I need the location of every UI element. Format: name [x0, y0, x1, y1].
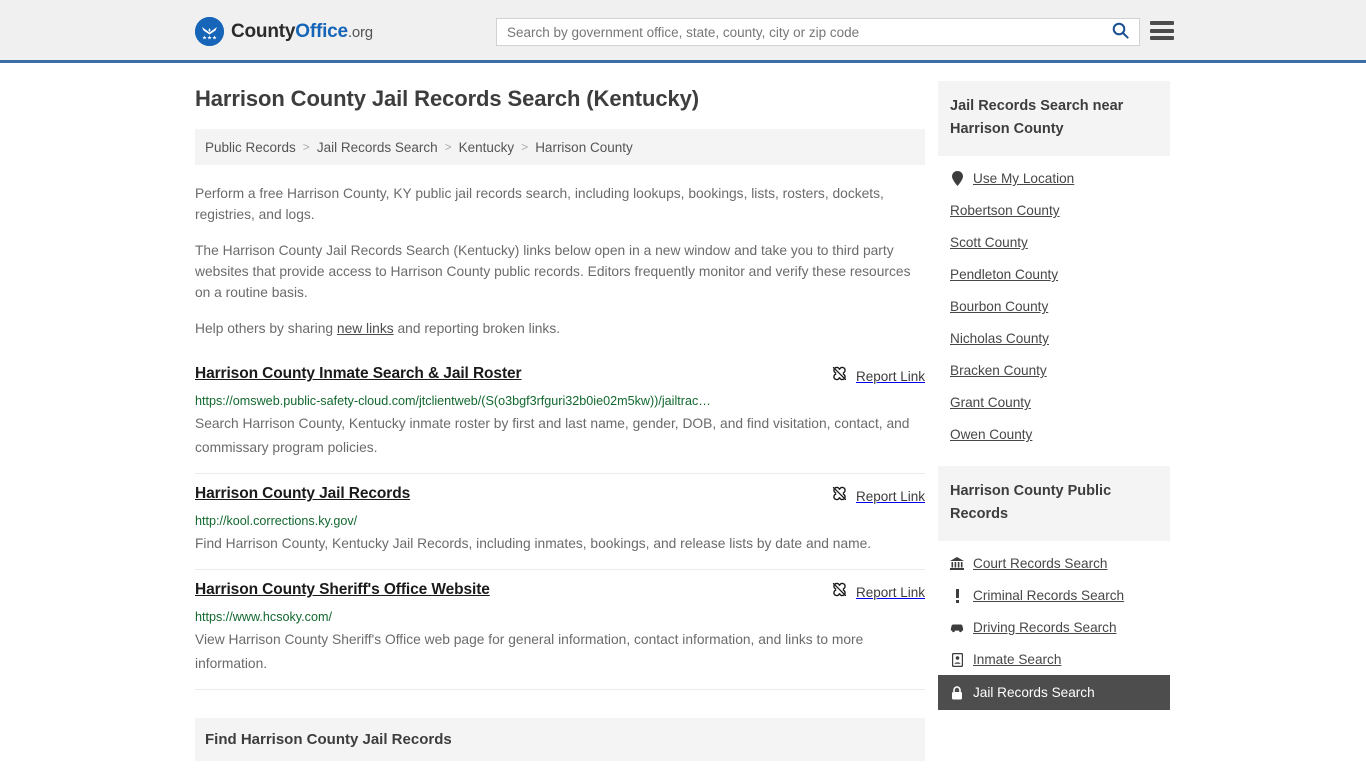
sidebar-link[interactable]: Jail Records Search	[973, 685, 1095, 700]
sidebar-item-driving-records-search[interactable]: Driving Records Search	[938, 611, 1170, 643]
intro-p3-before: Help others by sharing	[195, 321, 337, 336]
courthouse-icon	[950, 557, 964, 570]
result-url[interactable]: https://omsweb.public-safety-cloud.com/j…	[195, 393, 795, 409]
intro-paragraph-1: Perform a free Harrison County, KY publi…	[195, 186, 884, 222]
exclamation-icon	[950, 588, 964, 603]
sidebar-link[interactable]: Owen County	[950, 427, 1032, 442]
report-link-label: Report Link	[855, 368, 925, 384]
sidebar-item-robertson-county[interactable]: Robertson County	[938, 194, 1170, 226]
brand-tld: .org	[347, 23, 373, 41]
brand-part-2: Office	[295, 20, 348, 42]
intro-p3-after: and reporting broken links.	[393, 321, 561, 336]
find-records-section: Find Harrison County Jail Records Harris…	[195, 718, 925, 768]
search-bar[interactable]	[496, 18, 1140, 46]
broken-link-icon	[831, 365, 848, 387]
breadcrumb-separator-icon: >	[521, 140, 529, 154]
nearby-search-card: Jail Records Search near Harrison County…	[938, 81, 1170, 450]
sidebar-link[interactable]: Driving Records Search	[973, 620, 1117, 635]
public-records-list: Court Records Search Criminal Records Se…	[938, 541, 1170, 710]
result-description: Search Harrison County, Kentucky inmate …	[195, 416, 910, 455]
breadcrumb-item-jail-records-search[interactable]: Jail Records Search	[317, 140, 438, 155]
sidebar-item-inmate-search[interactable]: Inmate Search	[938, 643, 1170, 675]
page-title: Harrison County Jail Records Search (Ken…	[195, 86, 699, 111]
sidebar-item-scott-county[interactable]: Scott County	[938, 226, 1170, 258]
breadcrumb-item-public-records[interactable]: Public Records	[205, 140, 296, 155]
intro-paragraph-2: The Harrison County Jail Records Search …	[195, 243, 911, 300]
results-list: Harrison County Inmate Search & Jail Ros…	[195, 356, 925, 690]
sidebar-item-jail-records-search[interactable]: Jail Records Search	[938, 675, 1170, 710]
sidebar-item-criminal-records-search[interactable]: Criminal Records Search	[938, 579, 1170, 611]
sidebar-link[interactable]: Nicholas County	[950, 331, 1049, 346]
sidebar-item-court-records-search[interactable]: Court Records Search	[938, 547, 1170, 579]
result-title-link[interactable]: Harrison County Jail Records	[195, 484, 410, 504]
search-icon	[1112, 22, 1129, 42]
sidebar-link[interactable]: Grant County	[950, 395, 1031, 410]
intro-paragraph-3: Help others by sharing new links and rep…	[195, 318, 925, 339]
sidebar-item-nicholas-county[interactable]: Nicholas County	[938, 322, 1170, 354]
result-title-link[interactable]: Harrison County Sheriff's Office Website	[195, 580, 490, 600]
brand-part-1: County	[231, 20, 296, 42]
sidebar: Jail Records Search near Harrison County…	[938, 81, 1170, 726]
sidebar-link[interactable]: Inmate Search	[973, 652, 1061, 667]
sidebar-link[interactable]: Use My Location	[973, 171, 1074, 186]
nearby-search-heading: Jail Records Search near Harrison County	[938, 81, 1170, 156]
map-pin-icon	[950, 171, 964, 186]
report-link-button[interactable]: Report Link	[831, 365, 925, 387]
breadcrumb: Public Records > Jail Records Search > K…	[195, 129, 925, 165]
hamburger-bar	[1150, 28, 1174, 33]
sidebar-link[interactable]: Court Records Search	[973, 556, 1107, 571]
sidebar-link[interactable]: Criminal Records Search	[973, 588, 1124, 603]
result-item: Harrison County Jail Records Report Link…	[195, 474, 925, 570]
site-header: CountyOffice.org	[0, 0, 1366, 63]
site-logo-text: CountyOffice.org	[231, 21, 373, 43]
sidebar-item-owen-county[interactable]: Owen County	[938, 418, 1170, 450]
result-description: View Harrison County Sheriff's Office we…	[195, 632, 864, 671]
car-icon	[950, 622, 964, 633]
public-records-card: Harrison County Public Records Court Rec…	[938, 466, 1170, 710]
hamburger-bar	[1150, 36, 1174, 40]
new-links-link[interactable]: new links	[337, 321, 394, 336]
search-button[interactable]	[1101, 19, 1139, 45]
eagle-seal-icon	[195, 17, 224, 46]
broken-link-icon	[831, 581, 848, 603]
hamburger-bar	[1150, 21, 1174, 25]
intro-text: Perform a free Harrison County, KY publi…	[195, 183, 925, 339]
breadcrumb-separator-icon: >	[444, 140, 452, 154]
sidebar-link[interactable]: Pendleton County	[950, 267, 1058, 282]
sidebar-link[interactable]: Bracken County	[950, 363, 1047, 378]
result-item: Harrison County Inmate Search & Jail Ros…	[195, 356, 925, 474]
site-logo[interactable]: CountyOffice.org	[195, 17, 373, 46]
result-url[interactable]: https://www.hcsoky.com/	[195, 609, 795, 625]
lock-icon	[950, 685, 964, 700]
sidebar-item-use-my-location[interactable]: Use My Location	[938, 162, 1170, 194]
search-input[interactable]	[497, 19, 1101, 45]
report-link-label: Report Link	[855, 584, 925, 600]
hamburger-menu-icon[interactable]	[1150, 21, 1174, 40]
public-records-heading: Harrison County Public Records	[938, 466, 1170, 541]
report-link-button[interactable]: Report Link	[831, 581, 925, 603]
sidebar-item-bracken-county[interactable]: Bracken County	[938, 354, 1170, 386]
broken-link-icon	[831, 485, 848, 507]
report-link-label: Report Link	[855, 488, 925, 504]
sidebar-item-bourbon-county[interactable]: Bourbon County	[938, 290, 1170, 322]
result-title-link[interactable]: Harrison County Inmate Search & Jail Ros…	[195, 364, 522, 384]
nearby-search-list: Use My Location Robertson County Scott C…	[938, 156, 1170, 450]
result-description: Find Harrison County, Kentucky Jail Reco…	[195, 536, 872, 551]
sidebar-item-pendleton-county[interactable]: Pendleton County	[938, 258, 1170, 290]
breadcrumb-item-harrison-county[interactable]: Harrison County	[535, 140, 633, 155]
result-url[interactable]: http://kool.corrections.ky.gov/	[195, 513, 795, 529]
find-records-heading: Find Harrison County Jail Records	[195, 718, 925, 761]
sidebar-item-grant-county[interactable]: Grant County	[938, 386, 1170, 418]
main-column: Harrison County Jail Records Search (Ken…	[195, 85, 925, 768]
breadcrumb-item-kentucky[interactable]: Kentucky	[459, 140, 515, 155]
report-link-button[interactable]: Report Link	[831, 485, 925, 507]
find-records-body: Harrison County Jail Records are documen…	[195, 761, 925, 768]
result-item: Harrison County Sheriff's Office Website	[195, 570, 925, 690]
sidebar-link[interactable]: Bourbon County	[950, 299, 1048, 314]
sidebar-link[interactable]: Robertson County	[950, 203, 1060, 218]
breadcrumb-separator-icon: >	[302, 140, 310, 154]
sidebar-link[interactable]: Scott County	[950, 235, 1028, 250]
id-badge-icon	[950, 652, 964, 667]
